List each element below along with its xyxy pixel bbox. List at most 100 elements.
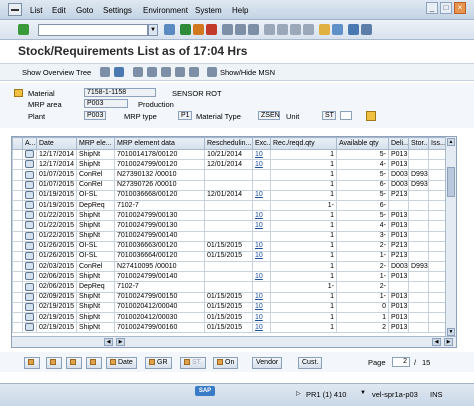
table-row[interactable]: 02/19/2015 ShipNt 7010020412/00040 01/15/20…	[12, 301, 447, 314]
list-button[interactable]	[86, 357, 102, 369]
table-cell[interactable]: 10	[252, 148, 271, 161]
row-detail-cell[interactable]	[22, 250, 37, 263]
column-header[interactable]: MRP element data	[114, 137, 205, 150]
select-icon[interactable]	[175, 67, 185, 77]
table-cell[interactable]: 10	[252, 220, 271, 232]
row-detail-cell[interactable]	[22, 220, 37, 232]
exit-icon[interactable]	[193, 24, 204, 35]
menu-help[interactable]: Help	[232, 6, 248, 15]
row-detail-cell[interactable]	[22, 301, 37, 314]
row-detail-cell[interactable]	[22, 281, 37, 293]
on-button[interactable]: On	[213, 357, 239, 369]
scroll-down-icon[interactable]: ▼	[447, 328, 455, 336]
row-selector[interactable]	[12, 169, 23, 181]
table-row[interactable]: 02/06/2015 DepReq 7102-7 1- 2-	[12, 281, 447, 293]
column-header[interactable]: MRP ele...	[76, 137, 115, 150]
table-cell[interactable]: 10	[252, 189, 271, 201]
column-header[interactable]: Exc...	[252, 137, 271, 150]
details-icon[interactable]	[133, 67, 143, 77]
menu-edit[interactable]: Edit	[52, 6, 66, 15]
msn-icon[interactable]	[207, 67, 217, 77]
vendor-button[interactable]: Vendor	[252, 357, 283, 369]
material-info-icon[interactable]	[14, 89, 23, 97]
plant-field[interactable]: P003	[84, 111, 106, 120]
date-button[interactable]: Date	[106, 357, 137, 369]
show-overview-tree-button[interactable]: Show Overview Tree	[22, 68, 91, 77]
table-row[interactable]: 12/17/2014 ShipNt 7010014178/00120 10/21/20…	[12, 148, 447, 161]
row-selector[interactable]	[12, 210, 23, 222]
table-cell[interactable]: 10	[252, 311, 271, 324]
unit-extra-field[interactable]	[340, 111, 352, 120]
table-row[interactable]: 12/17/2014 ShipNt 7010024799/00120 12/01/20…	[12, 159, 447, 171]
row-detail-cell[interactable]	[22, 291, 37, 303]
row-selector[interactable]	[12, 199, 23, 212]
column-header[interactable]: A...	[22, 137, 37, 150]
new-session-icon[interactable]	[319, 24, 330, 35]
menu-list[interactable]: List	[30, 6, 42, 15]
table-cell[interactable]: 10	[252, 322, 271, 334]
table-cell[interactable]: 10	[252, 210, 271, 222]
row-detail-cell[interactable]	[22, 148, 37, 161]
table-cell[interactable]	[252, 230, 271, 242]
scroll-thumb[interactable]	[447, 167, 455, 197]
user-icon[interactable]	[114, 67, 124, 77]
column-header[interactable]: Reschedulin...	[204, 137, 253, 150]
table-row[interactable]: 01/19/2015 OI-SL 7010036668/00120 12/01/201…	[12, 189, 447, 201]
row-selector[interactable]	[12, 271, 23, 283]
scroll-right-icon[interactable]: ▶	[444, 338, 453, 346]
table-cell[interactable]: 10	[252, 240, 271, 252]
enter-icon[interactable]	[18, 24, 29, 35]
row-detail-cell[interactable]	[22, 311, 37, 324]
back-icon[interactable]	[180, 24, 191, 35]
row-selector[interactable]	[12, 281, 23, 293]
horizontal-scrollbar[interactable]: ◀ ▶ ◀ ▶	[12, 336, 456, 347]
row-selector[interactable]	[12, 179, 23, 191]
row-detail-cell[interactable]	[22, 240, 37, 252]
table-row[interactable]: 02/03/2015 ConRel N27410095 /00010 1 2- D003 D…	[12, 261, 447, 273]
filter-icon[interactable]	[147, 67, 157, 77]
first-page-icon[interactable]	[264, 24, 275, 35]
status-dropdown-icon[interactable]: ▼	[360, 390, 366, 396]
table-cell[interactable]: 10	[252, 250, 271, 263]
table-row[interactable]: 01/07/2015 ConRel N27390132 /00010 1 5- D003 D…	[12, 169, 447, 181]
table-row[interactable]: 01/26/2015 OI-SL 7010036664/00120 01/15/201…	[12, 250, 447, 263]
cancel-icon[interactable]	[206, 24, 217, 35]
show-hide-msn-button[interactable]: Show/Hide MSN	[220, 68, 275, 77]
sort-icon[interactable]	[161, 67, 171, 77]
menu-environment[interactable]: Environment	[143, 6, 188, 15]
history-icon[interactable]	[164, 24, 175, 35]
chart-button[interactable]	[24, 357, 40, 369]
edit-icon[interactable]	[366, 111, 376, 121]
row-selector[interactable]	[12, 250, 23, 263]
row-detail-cell[interactable]	[22, 159, 37, 171]
sap-menu-icon[interactable]	[8, 3, 22, 16]
mrp-type-field[interactable]: P1	[178, 111, 192, 120]
scroll-up-icon[interactable]: ▲	[447, 138, 455, 146]
table-cell[interactable]: 10	[252, 159, 271, 171]
column-header[interactable]: Deli...	[388, 137, 409, 150]
command-dropdown-icon[interactable]: ▼	[148, 24, 158, 36]
row-selector[interactable]	[12, 240, 23, 252]
sort-up-button[interactable]	[66, 357, 82, 369]
scroll-right-icon[interactable]: ▶	[116, 338, 125, 346]
table-row[interactable]: 01/22/2015 ShipNt 7010024799/00140 1 3- P013	[12, 230, 447, 242]
row-selector[interactable]	[12, 220, 23, 232]
table-cell[interactable]	[252, 281, 271, 293]
table-cell[interactable]: 10	[252, 271, 271, 283]
layout-icon[interactable]	[361, 24, 372, 35]
menu-goto[interactable]: Goto	[76, 6, 93, 15]
find-next-icon[interactable]	[248, 24, 259, 35]
column-header[interactable]: Rec./reqd.qty	[270, 137, 337, 150]
table-row[interactable]: 01/22/2015 ShipNt 7010024799/00130 10 1 4- P01…	[12, 220, 447, 232]
export-icon[interactable]	[189, 67, 199, 77]
minimize-icon[interactable]: _	[426, 2, 438, 14]
menu-system[interactable]: System	[195, 6, 222, 15]
row-selector[interactable]	[12, 230, 23, 242]
close-icon[interactable]: ×	[454, 2, 466, 14]
scroll-left-icon[interactable]: ◀	[432, 338, 441, 346]
table-row[interactable]: 01/19/2015 DepReq 7102-7 1- 6-	[12, 199, 447, 212]
cust-button[interactable]: Cust.	[298, 357, 323, 369]
row-selector[interactable]	[12, 159, 23, 171]
last-page-icon[interactable]	[303, 24, 314, 35]
column-header[interactable]: Available qty	[336, 137, 389, 150]
